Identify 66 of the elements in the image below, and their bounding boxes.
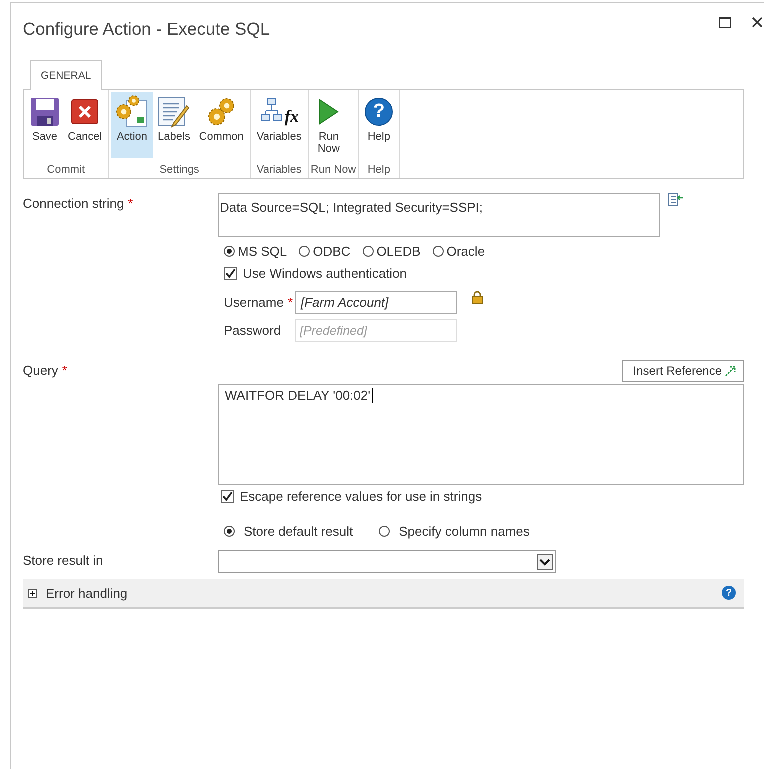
radio-button[interactable] bbox=[362, 246, 374, 257]
field-label: Username bbox=[224, 295, 284, 310]
ribbon-button[interactable]: Cancel bbox=[64, 92, 106, 158]
document-pencil-icon bbox=[157, 96, 192, 128]
radio-button[interactable] bbox=[432, 246, 444, 257]
required-mark: * bbox=[288, 295, 294, 310]
dropdown[interactable] bbox=[218, 550, 556, 573]
checkbox[interactable] bbox=[224, 267, 237, 280]
button-label: Variables bbox=[256, 131, 302, 143]
radio-label: Oracle bbox=[446, 244, 486, 259]
window-title: Configure Action - Execute SQL bbox=[23, 19, 270, 40]
button-label: Save bbox=[32, 131, 58, 143]
field-label: Connection string bbox=[23, 196, 124, 211]
ribbon-button[interactable]: fx Variables bbox=[252, 92, 306, 158]
button-label: Cancel bbox=[68, 131, 102, 143]
section-header[interactable]: Error handling ? bbox=[23, 579, 744, 609]
radio-label: OLEDB bbox=[376, 244, 421, 259]
ribbon-button[interactable]: Common bbox=[195, 92, 248, 158]
play-icon bbox=[316, 98, 341, 126]
ribbon-tab[interactable]: GENERAL bbox=[30, 60, 102, 90]
group-label: Run Now bbox=[310, 164, 356, 178]
radio-button[interactable] bbox=[379, 526, 390, 537]
section-title: Error handling bbox=[46, 586, 129, 600]
close-icon[interactable] bbox=[752, 17, 763, 28]
button-label: Help bbox=[368, 131, 390, 143]
radio-label: MS SQL bbox=[238, 244, 288, 259]
text-area[interactable]: Data Source=SQL; Integrated Security=SSPI; bbox=[218, 193, 660, 237]
gears-document-icon bbox=[115, 95, 150, 129]
ribbon-button[interactable]: Labels bbox=[153, 92, 196, 158]
checkbox-label: Escape reference values for use in strings bbox=[240, 489, 482, 504]
field-label: Query bbox=[23, 363, 58, 378]
field-label: Store result in bbox=[23, 553, 104, 568]
required-mark: * bbox=[128, 196, 134, 211]
required-mark: * bbox=[62, 363, 68, 378]
group-label: Commit bbox=[46, 164, 86, 178]
ribbon-button[interactable]: ? Help bbox=[361, 92, 398, 158]
button-label: Labels bbox=[158, 131, 190, 143]
radio-button[interactable] bbox=[224, 246, 235, 257]
help-icon[interactable]: ? bbox=[722, 586, 736, 600]
ribbon-button[interactable]: Save bbox=[26, 92, 64, 158]
ribbon-button[interactable]: Run Now bbox=[310, 92, 347, 158]
insert-document-icon[interactable] bbox=[668, 193, 684, 207]
padlock-icon bbox=[472, 291, 483, 304]
insert-reference-button[interactable]: Insert Reference bbox=[622, 360, 744, 382]
gears-icon bbox=[206, 97, 237, 127]
arrow-icon bbox=[725, 366, 737, 376]
button-label: Action bbox=[116, 131, 148, 143]
field-label: Password bbox=[224, 323, 282, 338]
radio-button[interactable] bbox=[224, 526, 235, 537]
group-label: Settings bbox=[158, 164, 200, 178]
button-label: Common bbox=[199, 131, 244, 143]
checkbox[interactable] bbox=[221, 490, 234, 503]
checkbox-label: Use Windows authentication bbox=[243, 266, 408, 281]
help-icon: ? bbox=[365, 98, 394, 126]
radio-button[interactable] bbox=[299, 246, 310, 257]
radio-label: Store default result bbox=[244, 524, 354, 539]
group-label: Variables bbox=[256, 164, 303, 178]
button-label: Run Now bbox=[318, 131, 340, 155]
group-label: Help bbox=[366, 164, 392, 178]
input-field[interactable]: [Farm Account] bbox=[295, 291, 457, 314]
ribbon-button[interactable]: Action bbox=[111, 92, 154, 158]
maximize-icon[interactable] bbox=[719, 17, 731, 28]
cancel-icon bbox=[71, 98, 100, 126]
radio-label: Specify column names bbox=[399, 524, 530, 539]
radio-label: ODBC bbox=[313, 244, 351, 259]
text-area[interactable]: WAITFOR DELAY '00:02' bbox=[218, 384, 744, 485]
